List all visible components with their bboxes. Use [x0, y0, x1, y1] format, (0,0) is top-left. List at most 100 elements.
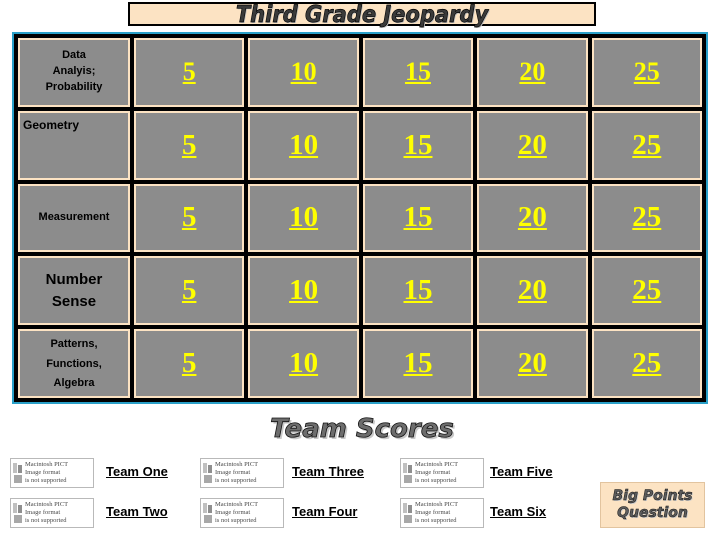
placeholder-line: Image format: [415, 508, 451, 516]
picture-icon: [403, 503, 413, 525]
placeholder-line: Macintosh PICT: [415, 460, 459, 468]
category-line: Algebra: [53, 377, 95, 390]
placeholder-line: Image format: [215, 468, 251, 476]
value-cell-r4c3[interactable]: 15: [362, 256, 474, 326]
value-label: 20: [517, 201, 547, 234]
picture-icon: [203, 503, 213, 525]
value-cell-r5c5[interactable]: 25: [591, 329, 702, 398]
category-line: Patterns,: [50, 338, 98, 351]
value-cell-r4c1[interactable]: 5: [134, 256, 245, 326]
value-label: 15: [403, 274, 433, 307]
value-cell-r5c3[interactable]: 15: [362, 329, 474, 398]
team-label-two[interactable]: Team Two: [106, 504, 168, 519]
category-line: Geometry: [23, 117, 80, 132]
value-label: 25: [633, 57, 660, 87]
image-placeholder-team-three: Macintosh PICT Image format is not suppo…: [200, 458, 284, 488]
category-line: Probability: [45, 81, 103, 94]
category-cell-measurement: Measurement: [18, 183, 130, 253]
value-cell-r2c4[interactable]: 20: [477, 110, 588, 180]
placeholder-line: Image format: [25, 508, 61, 516]
value-label: 15: [404, 57, 431, 87]
team-label-three[interactable]: Team Three: [292, 464, 364, 479]
value-label: 5: [181, 347, 197, 380]
page-title: Third Grade Jeopardy: [235, 0, 489, 28]
jeopardy-board: Data Analyis; Probability 5 10 15 20 25 …: [12, 32, 708, 404]
category-line: Analyis;: [52, 65, 96, 78]
value-label: 20: [517, 347, 547, 380]
picture-icon: [403, 463, 413, 485]
image-placeholder-team-five: Macintosh PICT Image format is not suppo…: [400, 458, 484, 488]
category-line: Data: [62, 49, 86, 62]
value-label: 25: [632, 274, 662, 307]
value-label: 20: [519, 57, 546, 87]
value-label: 25: [632, 128, 662, 161]
placeholder-line: Image format: [215, 508, 251, 516]
value-cell-r2c3[interactable]: 15: [362, 110, 474, 180]
category-cell-patterns-functions-algebra: Patterns, Functions, Algebra: [18, 329, 130, 398]
value-label: 10: [290, 57, 317, 87]
value-label: 20: [517, 128, 547, 161]
value-label: 10: [289, 274, 319, 307]
picture-icon: [13, 503, 23, 525]
value-label: 15: [403, 128, 433, 161]
category-line: Number: [45, 271, 103, 289]
value-cell-r3c3[interactable]: 15: [362, 183, 474, 253]
value-cell-r1c2[interactable]: 10: [248, 38, 359, 107]
category-line: Functions,: [46, 357, 102, 370]
value-cell-r1c4[interactable]: 20: [477, 38, 588, 107]
placeholder-line: is not supported: [25, 517, 67, 525]
image-placeholder-team-two: Macintosh PICT Image format is not suppo…: [10, 498, 94, 528]
team-label-five[interactable]: Team Five: [490, 464, 553, 479]
value-cell-r5c2[interactable]: 10: [248, 329, 359, 398]
value-label: 25: [632, 347, 662, 380]
value-cell-r5c1[interactable]: 5: [134, 329, 245, 398]
picture-icon: [13, 463, 23, 485]
placeholder-line: is not supported: [415, 477, 457, 485]
image-placeholder-team-six: Macintosh PICT Image format is not suppo…: [400, 498, 484, 528]
team-scores-heading: Team Scores: [270, 414, 454, 445]
board-grid: Data Analyis; Probability 5 10 15 20 25 …: [18, 38, 702, 398]
value-cell-r4c4[interactable]: 20: [477, 256, 588, 326]
team-label-four[interactable]: Team Four: [292, 504, 358, 519]
category-cell-number-sense: Number Sense: [18, 256, 130, 326]
picture-icon: [203, 463, 213, 485]
value-cell-r2c2[interactable]: 10: [248, 110, 359, 180]
value-label: 25: [632, 201, 662, 234]
category-cell-geometry: Geometry: [18, 110, 130, 180]
value-label: 10: [289, 347, 319, 380]
placeholder-line: Image format: [25, 468, 61, 476]
value-cell-r4c2[interactable]: 10: [248, 256, 359, 326]
value-cell-r1c1[interactable]: 5: [134, 38, 245, 107]
value-label: 5: [181, 274, 197, 307]
value-label: 20: [517, 274, 547, 307]
placeholder-line: Macintosh PICT: [415, 500, 459, 508]
value-label: 15: [403, 201, 433, 234]
image-placeholder-team-four: Macintosh PICT Image format is not suppo…: [200, 498, 284, 528]
value-cell-r4c5[interactable]: 25: [591, 256, 702, 326]
team-label-one[interactable]: Team One: [106, 464, 168, 479]
value-label: 5: [181, 128, 197, 161]
placeholder-line: is not supported: [415, 517, 457, 525]
value-cell-r5c4[interactable]: 20: [477, 329, 588, 398]
value-cell-r2c5[interactable]: 25: [591, 110, 702, 180]
category-cell-data-analysis-probability: Data Analyis; Probability: [18, 38, 130, 107]
category-line: Measurement: [38, 211, 110, 224]
value-cell-r1c5[interactable]: 25: [591, 38, 702, 107]
placeholder-line: Macintosh PICT: [25, 460, 69, 468]
value-cell-r3c4[interactable]: 20: [477, 183, 588, 253]
value-label: 10: [289, 201, 319, 234]
value-label: 15: [403, 347, 433, 380]
value-cell-r2c1[interactable]: 5: [134, 110, 245, 180]
value-label: 10: [289, 128, 319, 161]
value-cell-r3c2[interactable]: 10: [248, 183, 359, 253]
value-cell-r3c1[interactable]: 5: [134, 183, 245, 253]
big-points-line-2: Question: [617, 505, 688, 522]
big-points-question-button[interactable]: Big Points Question: [600, 482, 705, 528]
value-cell-r1c3[interactable]: 15: [362, 38, 474, 107]
big-points-line-1: Big Points: [612, 488, 693, 505]
team-label-six[interactable]: Team Six: [490, 504, 546, 519]
value-label: 5: [182, 57, 196, 87]
value-cell-r3c5[interactable]: 25: [591, 183, 702, 253]
placeholder-line: Image format: [415, 468, 451, 476]
image-placeholder-team-one: Macintosh PICT Image format is not suppo…: [10, 458, 94, 488]
